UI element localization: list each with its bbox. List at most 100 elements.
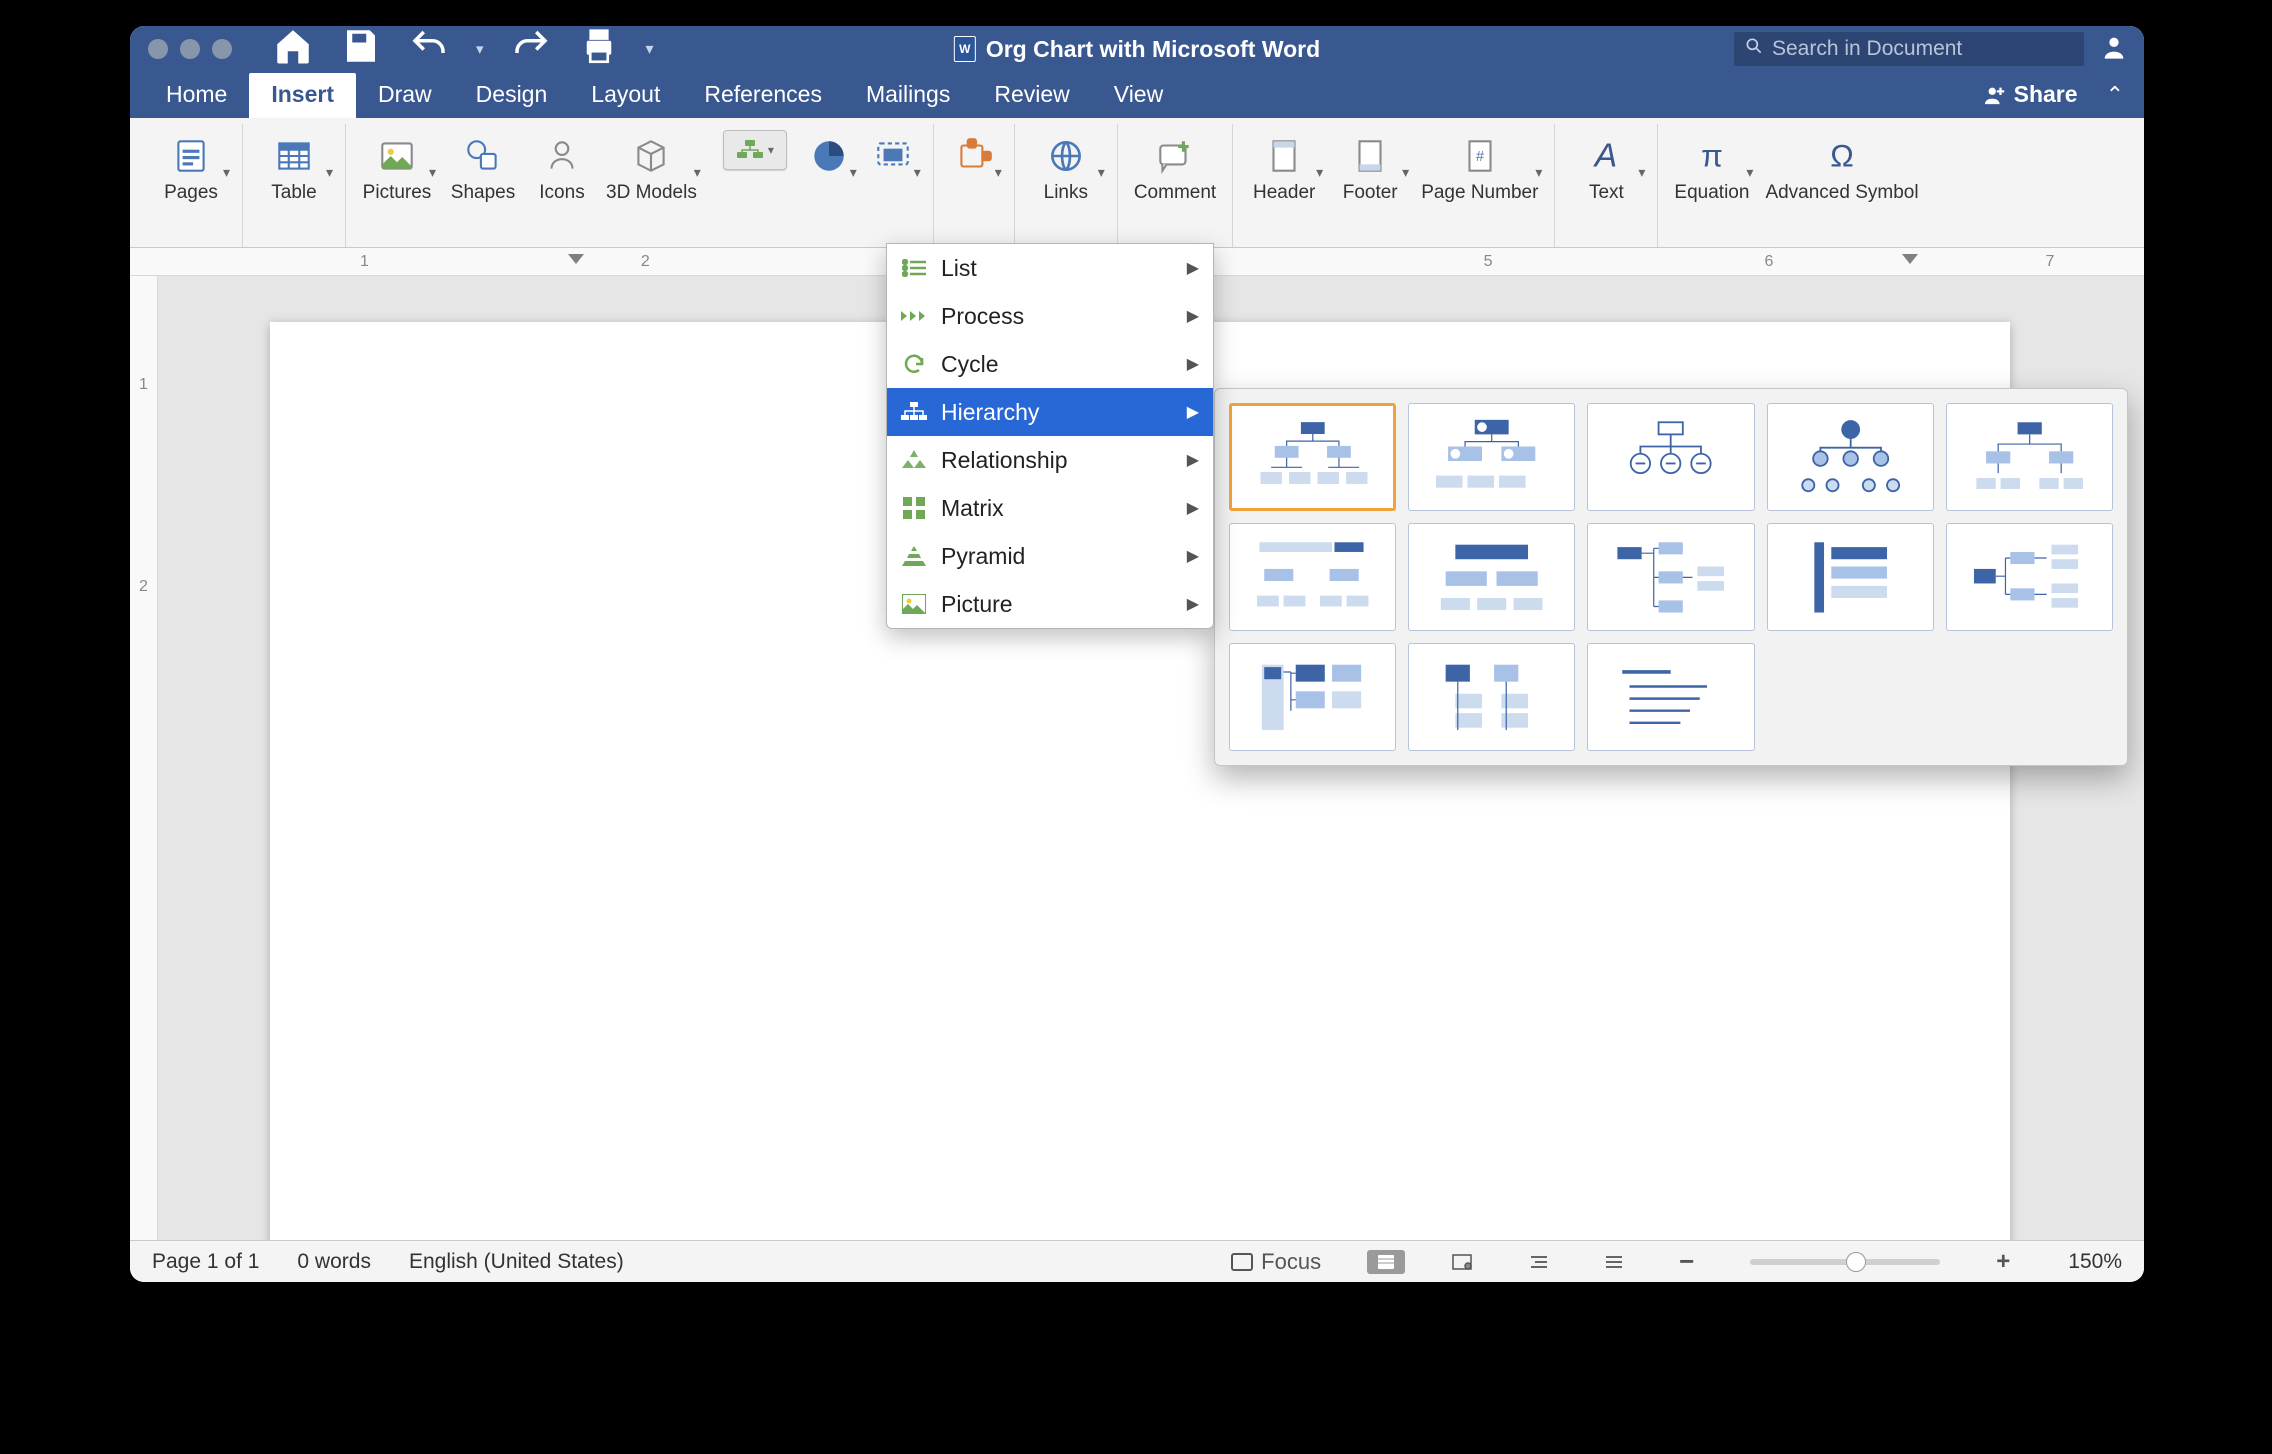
zoom-out-button[interactable]: −	[1671, 1243, 1702, 1280]
zoom-slider[interactable]	[1750, 1259, 1940, 1265]
redo-icon[interactable]	[510, 26, 552, 74]
hierarchy-thumb-name-title-org[interactable]	[1587, 403, 1754, 511]
svg-text:Ω: Ω	[1830, 138, 1854, 174]
hierarchy-thumb-picture-org-chart[interactable]	[1408, 403, 1575, 511]
icons-icon	[541, 132, 583, 180]
smartart-category-matrix[interactable]: Matrix▶	[887, 484, 1213, 532]
status-bar: Page 1 of 1 0 words English (United Stat…	[130, 1240, 2144, 1282]
header-button[interactable]: ▾ Header	[1241, 128, 1327, 243]
tab-references[interactable]: References	[682, 73, 844, 118]
language-status[interactable]: English (United States)	[409, 1250, 624, 1274]
svg-text:π: π	[1701, 138, 1723, 174]
chart-button[interactable]: ▾	[797, 128, 861, 243]
screenshot-button[interactable]: ▾	[861, 128, 925, 243]
addin-button[interactable]: ▾	[942, 128, 1006, 243]
pages-button[interactable]: ▾ Pages	[148, 128, 234, 243]
smartart-category-hierarchy[interactable]: Hierarchy▶	[887, 388, 1213, 436]
smartart-category-cycle[interactable]: Cycle▶	[887, 340, 1213, 388]
tab-view[interactable]: View	[1092, 73, 1185, 118]
zoom-level[interactable]: 150%	[2068, 1250, 2122, 1274]
vertical-ruler[interactable]: 1 2	[130, 276, 158, 1240]
tab-design[interactable]: Design	[454, 73, 570, 118]
smartart-category-pyramid[interactable]: Pyramid▶	[887, 532, 1213, 580]
hierarchy-thumb-horizontal-multi-level[interactable]	[1946, 523, 2113, 631]
links-label: Links	[1044, 182, 1088, 204]
tab-review[interactable]: Review	[972, 73, 1091, 118]
comment-button[interactable]: Comment	[1126, 128, 1224, 243]
ruler-tick: 7	[2045, 253, 2054, 271]
zoom-slider-knob[interactable]	[1846, 1252, 1866, 1272]
word-count[interactable]: 0 words	[297, 1250, 371, 1274]
page-info[interactable]: Page 1 of 1	[152, 1250, 259, 1274]
hierarchy-thumb-table-hierarchy[interactable]	[1229, 643, 1396, 751]
links-button[interactable]: ▾ Links	[1023, 128, 1109, 243]
category-label: Hierarchy	[941, 399, 1039, 426]
symbol-button[interactable]: Ω Advanced Symbol	[1757, 128, 1926, 243]
print-layout-view-button[interactable]	[1367, 1250, 1405, 1274]
category-label: List	[941, 255, 977, 282]
3d-models-button[interactable]: ▾ 3D Models	[598, 128, 705, 243]
hierarchy-thumb-hierarchy[interactable]	[1229, 523, 1396, 631]
minimize-window-button[interactable]	[180, 39, 200, 59]
hierarchy-thumb-half-circle-org[interactable]	[1767, 403, 1934, 511]
hierarchy-thumb-lined-list[interactable]	[1587, 643, 1754, 751]
right-indent-marker[interactable]	[1902, 254, 1918, 264]
hierarchy-thumb-horizontal-labeled[interactable]	[1767, 523, 1934, 631]
link-icon	[1045, 132, 1087, 180]
comment-label: Comment	[1134, 182, 1216, 204]
smartart-category-relationship[interactable]: Relationship▶	[887, 436, 1213, 484]
search-placeholder: Search in Document	[1772, 37, 1962, 61]
smartart-category-picture[interactable]: Picture▶	[887, 580, 1213, 628]
pyramid-icon	[901, 543, 927, 569]
smartart-button[interactable]: ▾	[723, 130, 787, 170]
left-indent-marker[interactable]	[568, 254, 584, 264]
hierarchy-thumb-horizontal-hierarchy[interactable]	[1587, 523, 1754, 631]
collapse-ribbon-icon[interactable]: ⌃	[2092, 82, 2130, 118]
text-button[interactable]: A ▾ Text	[1563, 128, 1649, 243]
hierarchy-thumb-labeled-hierarchy[interactable]	[1408, 523, 1575, 631]
page-number-button[interactable]: # ▾ Page Number	[1413, 128, 1546, 243]
chevron-down-icon: ▾	[1316, 164, 1323, 181]
table-button[interactable]: ▾ Table	[251, 128, 337, 243]
save-icon[interactable]	[340, 26, 382, 74]
tab-layout[interactable]: Layout	[569, 73, 682, 118]
tab-home[interactable]: Home	[144, 73, 249, 118]
chevron-down-icon: ▾	[914, 164, 921, 181]
share-button[interactable]: Share	[1970, 81, 2092, 118]
draft-view-button[interactable]	[1595, 1250, 1633, 1274]
pictures-button[interactable]: ▾ Pictures	[354, 128, 440, 243]
home-icon[interactable]	[272, 26, 314, 74]
zoom-in-button[interactable]: +	[1988, 1245, 2018, 1279]
ruler-tick: 1	[360, 253, 369, 271]
hierarchy-thumb-horizontal-org[interactable]	[1946, 403, 2113, 511]
focus-mode-button[interactable]: Focus	[1223, 1246, 1329, 1278]
chevron-down-icon: ▾	[768, 143, 774, 157]
tab-insert[interactable]: Insert	[249, 73, 356, 118]
undo-dropdown-icon[interactable]: ▾	[476, 40, 484, 58]
footer-button[interactable]: ▾ Footer	[1327, 128, 1413, 243]
icons-button[interactable]: Icons	[526, 128, 598, 243]
equation-button[interactable]: π ▾ Equation	[1666, 128, 1757, 243]
print-icon[interactable]	[578, 26, 620, 74]
hierarchy-thumb-architecture[interactable]	[1408, 643, 1575, 751]
category-label: Relationship	[941, 447, 1068, 474]
outline-view-button[interactable]	[1519, 1250, 1557, 1274]
pictures-icon	[376, 132, 418, 180]
undo-icon[interactable]	[408, 26, 450, 74]
qat-customize-icon[interactable]: ▾	[646, 39, 654, 59]
process-icon	[901, 303, 927, 329]
quick-access-toolbar: ▾ ▾	[272, 26, 654, 74]
smartart-category-list[interactable]: List▶	[887, 244, 1213, 292]
close-window-button[interactable]	[148, 39, 168, 59]
hierarchy-layout-gallery	[1214, 388, 2128, 766]
shapes-button[interactable]: Shapes	[440, 128, 526, 243]
hierarchy-thumb-org-chart[interactable]	[1229, 403, 1396, 511]
search-input[interactable]: Search in Document	[1734, 32, 2084, 66]
maximize-window-button[interactable]	[212, 39, 232, 59]
smartart-category-process[interactable]: Process▶	[887, 292, 1213, 340]
word-window: ▾ ▾ W Org Chart with Microsoft Word Sear…	[130, 26, 2144, 1282]
web-layout-view-button[interactable]	[1443, 1250, 1481, 1274]
tab-mailings[interactable]: Mailings	[844, 73, 972, 118]
tab-draw[interactable]: Draw	[356, 73, 454, 118]
account-icon[interactable]	[2100, 33, 2132, 65]
